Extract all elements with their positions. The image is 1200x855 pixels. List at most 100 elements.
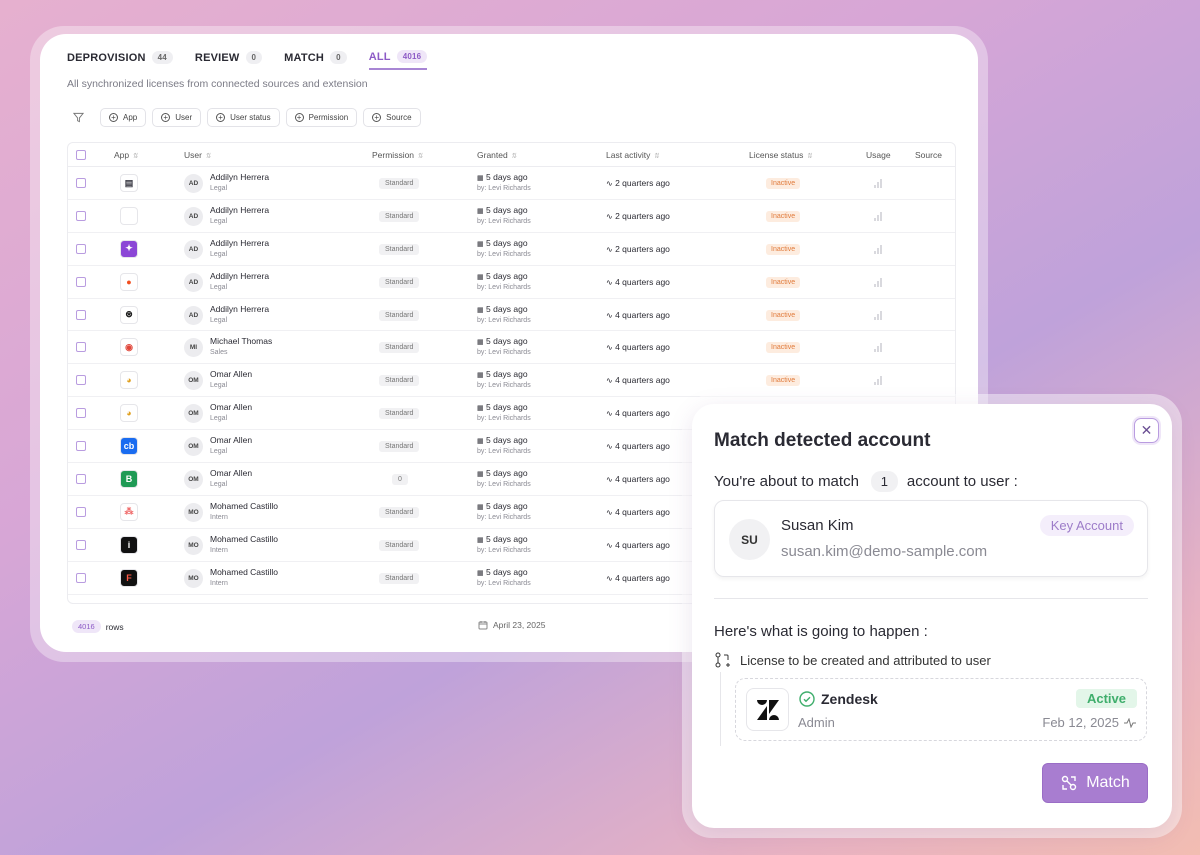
filter-source-button[interactable]: + Source [363,108,421,127]
target-user-card: SU Susan Kim susan.kim@demo-sample.com K… [714,500,1148,577]
user-name[interactable]: Mohamed Castillo [210,567,278,577]
active-status-badge: Active [1075,689,1137,708]
user-name[interactable]: Mohamed Castillo [210,501,278,511]
usage-bars-icon [874,179,884,188]
calendar-icon: ▦ [477,372,484,380]
chrome-icon: ◕ [120,371,138,390]
row-checkbox[interactable] [76,539,86,550]
zendesk-logo [746,688,789,731]
filter-user-button[interactable]: + User [152,108,202,127]
row-checkbox[interactable] [76,178,86,188]
tab-match[interactable]: MATCH 0 [284,50,347,70]
license-role: Admin [798,715,835,730]
close-button[interactable]: ✕ [1134,418,1159,443]
row-checkbox[interactable] [76,276,86,287]
user-department: Legal [210,415,228,423]
filter-user-status-button[interactable]: + User status [207,108,280,127]
col-permission[interactable]: Permission ⇅ [372,150,423,160]
last-activity: ∿ 4 quarters ago [606,342,670,353]
col-last-activity[interactable]: Last activity ⇅ [606,150,659,160]
granted-by: by: Levi Richards [477,513,531,521]
user-department: Legal [210,283,228,291]
row-checkbox[interactable] [76,408,86,419]
tab-count: 0 [330,51,347,64]
table-row[interactable]: ⊛ AD Addilyn Herrera Legal Standard ▦ 5 … [68,299,955,332]
avatar: AD [184,239,203,259]
last-activity: ∿ 4 quarters ago [606,309,670,320]
calendar-icon: ▦ [477,569,484,577]
user-name[interactable]: Addilyn Herrera [210,205,269,215]
user-name[interactable]: Addilyn Herrera [210,172,269,182]
usage-bars-icon [874,277,884,287]
calendar-icon: ▦ [477,405,484,413]
tab-review[interactable]: REVIEW 0 [195,50,263,70]
last-activity: ∿ 4 quarters ago [606,408,670,419]
calendar-icon: ▦ [477,471,484,479]
row-checkbox[interactable] [76,441,86,452]
row-checkbox[interactable] [76,506,86,517]
user-name[interactable]: Mohamed Castillo [210,534,278,544]
user-name[interactable]: Michael Thomas [210,336,272,346]
user-name[interactable]: Addilyn Herrera [210,238,269,248]
select-all-checkbox[interactable] [76,150,86,160]
git-pull-request-icon [715,652,730,668]
user-name[interactable]: Omar Allen [210,468,252,478]
row-checkbox[interactable] [76,474,86,485]
table-row[interactable]: AD Addilyn Herrera Legal Standard ▦ 5 da… [68,200,955,233]
calendar-icon [478,621,488,630]
user-name[interactable]: Omar Allen [210,402,252,412]
row-checkbox[interactable] [76,375,86,386]
avatar: OM [184,371,203,391]
user-name[interactable]: Addilyn Herrera [210,304,269,314]
granted-time: ▦ 5 days ago [477,468,528,479]
activity-icon: ∿ [606,244,613,254]
granted-time: ▦ 5 days ago [477,336,528,347]
avatar: AD [184,206,203,226]
col-user[interactable]: User ⇅ [184,150,211,160]
row-checkbox[interactable] [76,210,86,221]
table-row[interactable]: ◕ OM Omar Allen Legal Standard ▦ 5 days … [68,364,955,398]
calendar-icon: ▦ [477,306,484,314]
row-checkbox[interactable] [76,243,86,254]
user-department: Legal [210,217,228,225]
red-circle-icon: ◉ [120,338,138,357]
last-activity: ∿ 4 quarters ago [606,572,670,583]
activity-icon: ∿ [606,409,613,419]
table-row[interactable]: ▤ AD Addilyn Herrera Legal Standard ▦ 5 … [68,167,955,200]
tab-all[interactable]: ALL 4016 [368,50,428,70]
user-department: Legal [210,250,228,258]
table-row[interactable]: ● AD Addilyn Herrera Legal Standard ▦ 5 … [68,266,955,299]
row-checkbox[interactable] [76,309,86,320]
granted-time: ▦ 5 days ago [477,566,528,577]
permission-badge: Standard [379,441,420,453]
row-checkbox[interactable] [76,342,86,353]
user-name[interactable]: Omar Allen [210,435,252,445]
granted-by: by: Levi Richards [477,448,531,456]
col-granted[interactable]: Granted ⇅ [477,150,517,160]
match-button[interactable]: Match [1042,763,1148,803]
filter-icon[interactable] [70,110,86,126]
user-department: Sales [210,349,228,357]
granted-by: by: Levi Richards [477,415,531,423]
calendar-icon: ▦ [477,339,484,347]
last-activity: ∿ 4 quarters ago [606,375,670,386]
permission-badge: Standard [379,375,420,387]
user-department: Legal [210,185,228,192]
license-action-line: License to be created and attributed to … [714,651,991,669]
user-name[interactable]: Addilyn Herrera [210,271,269,281]
permission-badge: Standard [379,243,420,255]
row-checkbox[interactable] [76,572,86,583]
user-email: susan.kim@demo-sample.com [781,543,988,560]
table-row[interactable]: ✦ AD Addilyn Herrera Legal Standard ▦ 5 … [68,233,955,266]
user-name[interactable]: Omar Allen [210,369,252,379]
tree-connector [720,672,721,746]
calendar-icon: ▦ [477,503,484,511]
tab-deprovision[interactable]: DEPROVISION 44 [67,50,173,70]
row-count-badge: 4016 [72,620,101,633]
permission-badge: 0 [392,474,408,486]
filter-app-button[interactable]: + App [100,108,147,127]
table-row[interactable]: ◉ MI Michael Thomas Sales Standard ▦ 5 d… [68,331,955,365]
col-license-status[interactable]: License status ⇅ [749,150,812,160]
col-app[interactable]: App ⇅ [114,150,138,160]
filter-permission-button[interactable]: + Permission [285,108,358,127]
